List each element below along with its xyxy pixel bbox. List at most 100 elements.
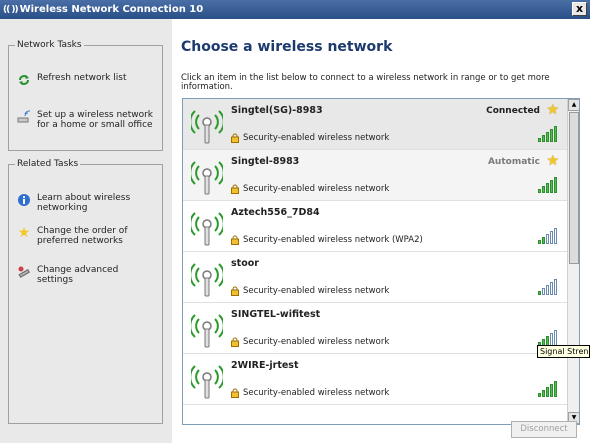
signal-bar <box>538 393 541 397</box>
preferred-star-icon: ★ <box>546 153 559 169</box>
lock-icon <box>231 388 239 398</box>
signal-bar <box>550 384 553 397</box>
signal-bar <box>538 291 541 295</box>
page-title: Choose a wireless network <box>181 39 393 55</box>
advanced-settings-link[interactable]: Change advanced settings <box>17 265 157 285</box>
wireless-setup-icon <box>17 110 31 124</box>
refresh-icon <box>17 73 31 87</box>
window-title: Wireless Network Connection 10 <box>19 4 204 15</box>
signal-strength-indicator <box>538 330 557 346</box>
signal-strength-indicator <box>538 279 557 295</box>
security-info: Security-enabled wireless network <box>231 184 389 194</box>
close-button[interactable]: x <box>572 2 587 16</box>
security-info: Security-enabled wireless network <box>231 133 389 143</box>
network-ssid: Singtel(SG)-8983 <box>231 105 323 116</box>
signal-bar <box>554 228 557 244</box>
disconnect-button[interactable]: Disconnect <box>511 421 577 438</box>
wireless-icon: (( )) <box>3 4 19 15</box>
security-label: Security-enabled wireless network <box>243 388 390 398</box>
network-ssid: 2WIRE-jrtest <box>231 360 299 371</box>
sidebar: Network Tasks Refresh network list Set u… <box>0 19 172 443</box>
signal-bar <box>554 381 557 397</box>
signal-bar <box>550 129 553 142</box>
signal-bar <box>546 183 549 193</box>
signal-bar <box>550 231 553 244</box>
star-icon: ★ <box>17 225 31 241</box>
learn-wireless-link[interactable]: Learn about wireless networking <box>17 193 157 213</box>
security-info: Security-enabled wireless network <box>231 337 389 347</box>
info-icon <box>17 193 31 207</box>
signal-bar <box>554 330 557 346</box>
settings-icon <box>17 265 31 279</box>
network-row[interactable]: stoor Security-enabled wireless network <box>183 252 567 303</box>
signal-bar <box>538 138 541 142</box>
setup-wireless-network-link[interactable]: Set up a wireless network for a home or … <box>17 110 157 130</box>
network-ssid: stoor <box>231 258 259 269</box>
main-content: Choose a wireless network Click an item … <box>172 19 590 443</box>
wireless-antenna-icon <box>189 258 225 298</box>
network-list[interactable]: Singtel(SG)-8983 Connected ★ Security-enabl… <box>182 98 580 425</box>
network-tasks-title: Network Tasks <box>15 40 84 50</box>
wireless-antenna-icon <box>189 360 225 400</box>
change-preferred-order-label: Change the order of preferred networks <box>37 226 128 246</box>
security-label: Security-enabled wireless network <box>243 133 390 143</box>
security-info: Security-enabled wireless network (WPA2) <box>231 235 423 245</box>
signal-bar <box>554 126 557 142</box>
signal-bar <box>542 186 545 193</box>
refresh-network-list-link[interactable]: Refresh network list <box>17 73 126 87</box>
network-row[interactable]: 2WIRE-jrtest Security-enabled wireless ne… <box>183 354 567 405</box>
security-label: Security-enabled wireless network <box>243 337 390 347</box>
security-label: Security-enabled wireless network <box>243 184 390 194</box>
signal-strength-indicator <box>538 228 557 244</box>
signal-bar <box>554 177 557 193</box>
preferred-star-icon: ★ <box>546 102 559 118</box>
scroll-up-button[interactable]: ▲ <box>568 99 579 111</box>
network-row[interactable]: SINGTEL-wifitest Security-enabled wireles… <box>183 303 567 354</box>
signal-strength-indicator <box>538 126 557 142</box>
learn-wireless-label: Learn about wireless networking <box>37 193 131 213</box>
signal-bar <box>554 279 557 295</box>
security-info: Security-enabled wireless network <box>231 286 389 296</box>
signal-strength-tooltip: Signal Strength <box>537 345 590 358</box>
network-ssid: Aztech556_7D84 <box>231 207 320 218</box>
title-bar: (( )) Wireless Network Connection 10 x <box>0 0 590 19</box>
network-row[interactable]: Singtel(SG)-8983 Connected ★ Security-enabl… <box>183 99 567 150</box>
signal-bar <box>542 135 545 142</box>
related-tasks-title: Related Tasks <box>15 159 81 169</box>
signal-bar <box>542 237 545 244</box>
signal-bar <box>538 240 541 244</box>
signal-bar <box>542 288 545 295</box>
setup-wireless-network-label: Set up a wireless network for a home or … <box>37 110 154 130</box>
advanced-settings-label: Change advanced settings <box>37 265 119 285</box>
lock-icon <box>231 337 239 347</box>
network-ssid: Singtel-8983 <box>231 156 300 167</box>
network-row[interactable]: Aztech556_7D84 Security-enabled wireless … <box>183 201 567 252</box>
network-tasks-panel: Network Tasks Refresh network list Set u… <box>8 40 163 151</box>
signal-bar <box>546 234 549 244</box>
change-preferred-order-link[interactable]: ★ Change the order of preferred networks <box>17 225 157 246</box>
instructions-text: Click an item in the list below to conne… <box>181 73 550 92</box>
network-ssid: SINGTEL-wifitest <box>231 309 321 320</box>
lock-icon <box>231 133 239 143</box>
wireless-antenna-icon <box>189 309 225 349</box>
signal-bar <box>550 180 553 193</box>
wireless-antenna-icon <box>189 156 225 196</box>
security-label: Security-enabled wireless network (WPA2) <box>243 235 423 245</box>
lock-icon <box>231 286 239 296</box>
related-tasks-panel: Related Tasks Learn about wireless netwo… <box>8 159 163 424</box>
security-info: Security-enabled wireless network <box>231 388 389 398</box>
network-row[interactable]: Singtel-8983 Automatic ★ Security-enabled w… <box>183 150 567 201</box>
signal-bar <box>538 189 541 193</box>
signal-bar <box>542 390 545 397</box>
scrollbar[interactable]: ▲ ▼ <box>567 99 579 424</box>
refresh-network-list-label: Refresh network list <box>37 73 127 83</box>
signal-bar <box>546 285 549 295</box>
wireless-antenna-icon <box>189 105 225 145</box>
scroll-thumb[interactable] <box>569 112 579 264</box>
lock-icon <box>231 184 239 194</box>
lock-icon <box>231 235 239 245</box>
signal-strength-indicator <box>538 381 557 397</box>
signal-bar <box>546 132 549 142</box>
connection-status: Automatic <box>487 157 540 167</box>
signal-strength-indicator <box>538 177 557 193</box>
